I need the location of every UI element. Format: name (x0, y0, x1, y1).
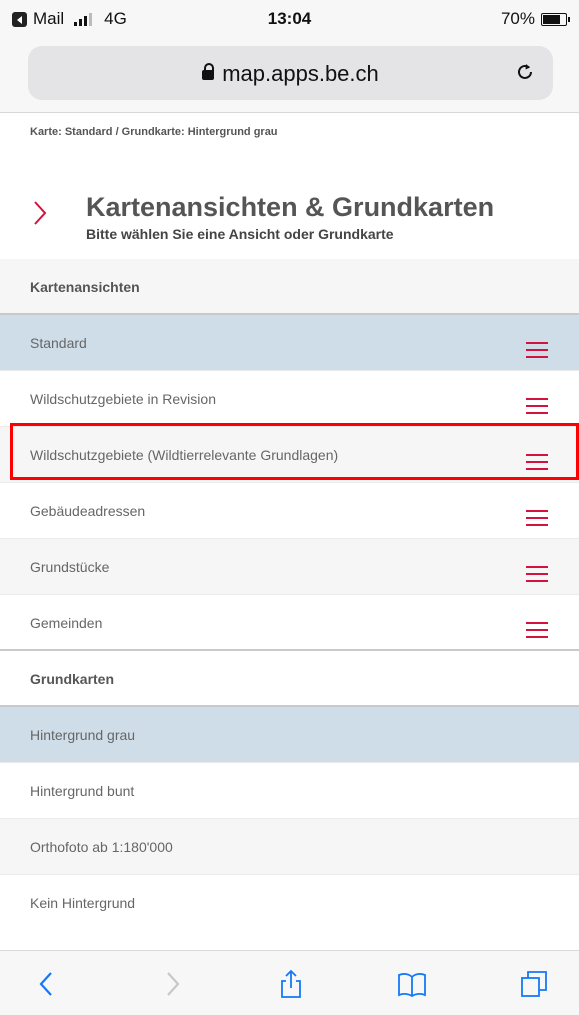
safari-bottom-toolbar (0, 950, 579, 1015)
list-item-label: Standard (30, 335, 87, 351)
list-item-label: Gemeinden (30, 615, 103, 631)
menu-icon[interactable] (526, 510, 548, 526)
menu-icon[interactable] (526, 566, 548, 582)
list-item-label: Orthofoto ab 1:180'000 (30, 839, 173, 855)
menu-icon[interactable] (526, 398, 548, 414)
list-item-view[interactable]: Wildschutzgebiete (Wildtierrelevante Gru… (0, 427, 579, 483)
share-icon[interactable] (276, 969, 306, 999)
list-item-label: Grundstücke (30, 559, 110, 575)
browser-toolbar: map.apps.be.ch (0, 40, 579, 113)
menu-icon[interactable] (526, 622, 548, 638)
url-display[interactable]: map.apps.be.ch (28, 61, 553, 87)
chevron-right-icon[interactable] (30, 198, 50, 228)
url-text: map.apps.be.ch (222, 61, 379, 86)
breadcrumb: Karte: Standard / Grundkarte: Hintergrun… (30, 126, 278, 138)
address-bar[interactable]: map.apps.be.ch (28, 46, 553, 100)
menu-icon[interactable] (526, 342, 548, 358)
lock-icon (202, 63, 215, 80)
list-item-view[interactable]: Gemeinden (0, 595, 579, 651)
page-title: Kartenansichten & Grundkarten (86, 192, 495, 222)
list-item-label: Wildschutzgebiete in Revision (30, 391, 216, 407)
list-item-basemap[interactable]: Orthofoto ab 1:180'000 (0, 819, 579, 875)
forward-arrow-icon[interactable] (157, 969, 187, 999)
group-header-views: Kartenansichten (0, 259, 579, 315)
list-item-label: Wildschutzgebiete (Wildtierrelevante Gru… (30, 447, 339, 463)
battery-label: 70% (500, 9, 535, 28)
status-time: 13:04 (267, 9, 312, 28)
list-item-label: Gebäudeadressen (30, 503, 146, 519)
list-item-view[interactable]: Standard (0, 315, 579, 371)
menu-icon[interactable] (526, 454, 548, 470)
battery-icon (541, 12, 570, 26)
list-item-label: Hintergrund grau (30, 727, 136, 743)
list-item-view[interactable]: Gebäudeadressen (0, 483, 579, 539)
list-item-view[interactable]: Wildschutzgebiete in Revision (0, 371, 579, 427)
list-item-label: Hintergrund bunt (30, 783, 135, 799)
group-header-basemaps: Grundkarten (0, 651, 579, 707)
list-item-basemap[interactable]: Hintergrund bunt (0, 763, 579, 819)
back-arrow-icon[interactable] (32, 969, 62, 999)
reload-icon[interactable] (513, 60, 537, 84)
tabs-icon[interactable] (519, 969, 549, 999)
status-right: 70% (500, 9, 570, 29)
map-view-list: Kartenansichten Standard Wildschutzgebie… (0, 259, 579, 931)
page-subtitle: Bitte wählen Sie eine Ansicht oder Grund… (86, 226, 394, 242)
bookmarks-icon[interactable] (397, 969, 427, 999)
list-item-basemap[interactable]: Hintergrund grau (0, 707, 579, 763)
status-bar: Mail 4G 13:04 70% (0, 0, 579, 40)
list-item-view[interactable]: Grundstücke (0, 539, 579, 595)
list-item-label: Kein Hintergrund (30, 895, 136, 911)
list-item-basemap[interactable]: Kein Hintergrund (0, 875, 579, 931)
